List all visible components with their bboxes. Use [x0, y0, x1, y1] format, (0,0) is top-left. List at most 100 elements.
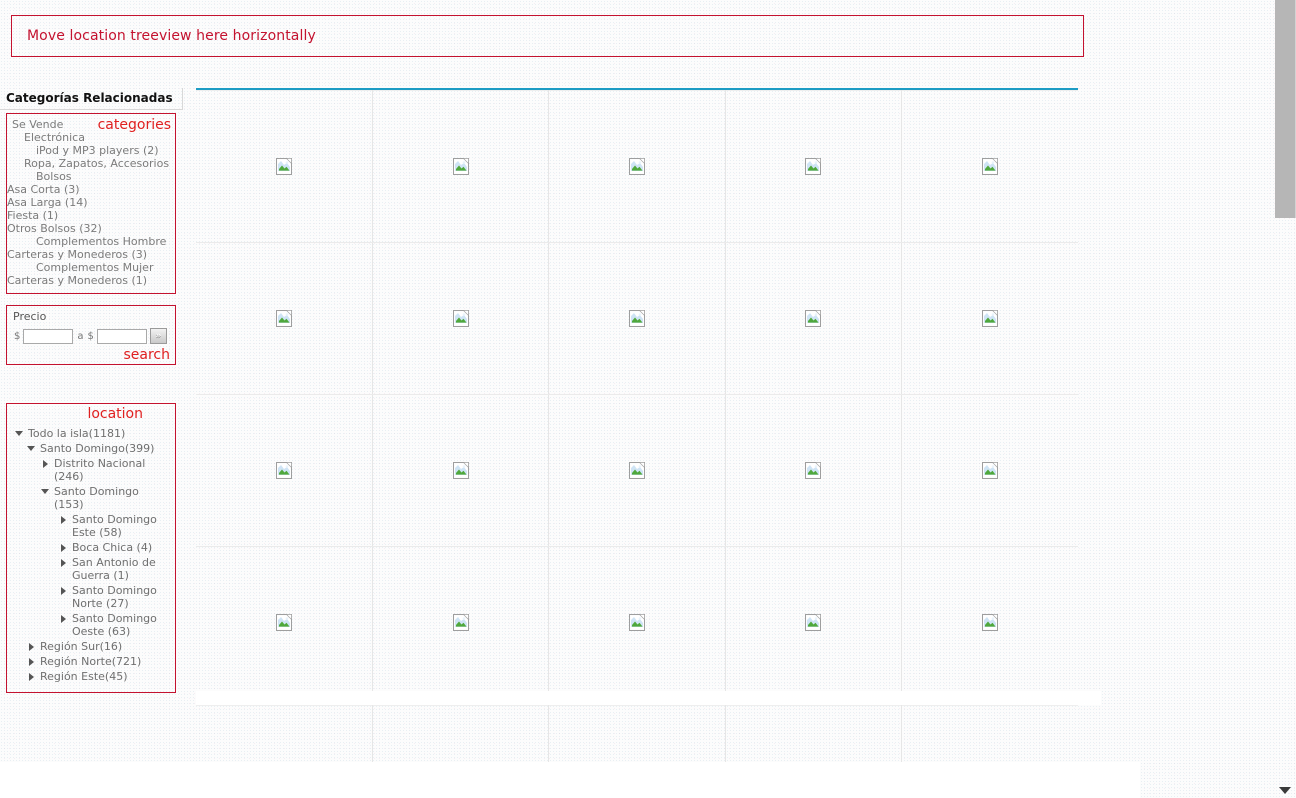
broken-image-icon [982, 462, 999, 479]
drop-target-label: Move location treeview here horizontally [27, 28, 316, 44]
listing-grid-overflow [196, 705, 1078, 764]
annotation-search: search [123, 347, 170, 363]
listing-card[interactable] [901, 546, 1078, 699]
listing-card[interactable] [548, 394, 726, 547]
category-item[interactable]: Asa Corta (3) [7, 183, 175, 196]
listing-card[interactable] [725, 546, 903, 699]
listing-card[interactable] [548, 242, 726, 395]
annotation-location: location [87, 406, 143, 422]
location-tree-item[interactable]: Boca Chica (4) [7, 540, 175, 555]
broken-image-icon [452, 614, 469, 631]
listing-card[interactable] [901, 90, 1078, 243]
listing-card[interactable] [372, 242, 550, 395]
broken-image-icon [805, 614, 822, 631]
location-tree-label: Santo Domingo(399) [40, 442, 155, 455]
category-item[interactable]: Fiesta (1) [7, 209, 175, 222]
broken-image-icon [982, 310, 999, 327]
category-item[interactable]: Complementos Hombre [7, 235, 175, 248]
price-max-input[interactable] [96, 328, 147, 344]
broken-image-icon [275, 158, 292, 175]
broken-image-icon [452, 462, 469, 479]
listing-card[interactable] [196, 546, 373, 699]
location-tree-label: Región Sur(16) [40, 640, 123, 653]
listing-card[interactable] [901, 242, 1078, 395]
listing-card[interactable] [372, 705, 550, 764]
listing-card[interactable] [901, 394, 1078, 547]
broken-image-icon [805, 310, 822, 327]
location-tree-item[interactable]: San Antonio de Guerra (1) [7, 555, 175, 583]
listing-card[interactable] [725, 90, 903, 243]
listing-card[interactable] [196, 394, 373, 547]
listing-card[interactable] [725, 242, 903, 395]
categories-panel-title: Categorías Relacionadas [0, 88, 183, 110]
broken-image-icon [805, 158, 822, 175]
category-item[interactable]: Carteras y Monederos (3) [7, 248, 175, 261]
listing-grid-row [196, 242, 1078, 395]
category-item[interactable]: Otros Bolsos (32) [7, 222, 175, 235]
location-tree-label: Todo la isla(1181) [28, 427, 126, 440]
location-tree-label: Región Norte(721) [40, 655, 142, 668]
listing-card[interactable] [548, 90, 726, 243]
listing-card[interactable] [901, 705, 1078, 764]
location-tree-item[interactable]: Santo Domingo Este (58) [7, 512, 175, 540]
location-tree-item[interactable]: Santo Domingo(399) [7, 441, 175, 456]
listing-grid-row [196, 546, 1078, 699]
location-tree-item[interactable]: Santo Domingo (153) [7, 484, 175, 512]
listing-grid-lower [196, 705, 1078, 764]
price-filter-row: $ a $ » [11, 328, 175, 344]
price-filter-panel: Precio $ a $ » search [6, 305, 176, 365]
listing-card[interactable] [196, 705, 373, 764]
category-item[interactable]: Bolsos [7, 170, 175, 183]
listing-card[interactable] [548, 546, 726, 699]
listing-card[interactable] [196, 90, 373, 243]
broken-image-icon [805, 462, 822, 479]
broken-image-icon [982, 614, 999, 631]
location-tree-label: Boca Chica (4) [72, 541, 153, 554]
page-vertical-scrollbar[interactable] [1272, 0, 1296, 798]
location-tree-item[interactable]: Región Sur(16) [7, 639, 175, 654]
left-sidebar: Categorías Relacionadas categories Se Ve… [0, 88, 190, 693]
category-list: Se Vende Electrónica iPod y MP3 players (2… [7, 118, 175, 287]
broken-image-icon [628, 614, 645, 631]
price-min-input[interactable] [23, 328, 74, 344]
location-tree-item[interactable]: Región Norte(721) [7, 654, 175, 669]
broken-image-icon [275, 310, 292, 327]
location-tree-list: Todo la isla(1181) Santo Domingo(399) Dist… [7, 426, 175, 684]
listing-card[interactable] [725, 705, 903, 764]
price-submit-button[interactable]: » [149, 328, 167, 344]
page-footer-band [0, 762, 1140, 798]
listing-grid-row [196, 394, 1078, 547]
broken-image-icon [452, 310, 469, 327]
location-tree-item[interactable]: Santo Domingo Oeste (63) [7, 611, 175, 639]
location-tree-item[interactable]: Santo Domingo Norte (27) [7, 583, 175, 611]
location-tree-label: Santo Domingo Este (58) [72, 513, 157, 539]
annotation-categories: categories [97, 117, 171, 133]
location-tree-label: Región Este(45) [40, 670, 128, 683]
listing-card[interactable] [196, 242, 373, 395]
category-item[interactable]: iPod y MP3 players (2) [7, 144, 175, 157]
category-item[interactable]: Ropa, Zapatos, Accesorios [7, 157, 175, 170]
location-tree-item[interactable]: Distrito Nacional (246) [7, 456, 175, 484]
listing-card[interactable] [372, 394, 550, 547]
category-item[interactable]: Carteras y Monederos (1) [7, 274, 175, 287]
listing-card[interactable] [372, 90, 550, 243]
scrollbar-thumb[interactable] [1275, 0, 1296, 218]
chevron-down-icon[interactable] [1279, 787, 1291, 794]
category-item[interactable]: Asa Larga (14) [7, 196, 175, 209]
listing-results-area [196, 88, 1078, 699]
listing-card[interactable] [725, 394, 903, 547]
price-range-separator: a [77, 330, 84, 342]
location-tree-label: Santo Domingo Norte (27) [72, 584, 157, 610]
price-filter-label: Precio [13, 310, 47, 323]
related-categories-panel: categories Se Vende Electrónica iPod y MP3… [6, 113, 176, 294]
broken-image-icon [982, 158, 999, 175]
location-treeview-drop-target[interactable]: Move location treeview here horizontally [11, 15, 1084, 57]
listing-grid [196, 90, 1078, 699]
location-tree-item[interactable]: Todo la isla(1181) [7, 426, 175, 441]
listing-card[interactable] [372, 546, 550, 699]
broken-image-icon [628, 310, 645, 327]
location-tree-item[interactable]: Región Este(45) [7, 669, 175, 684]
category-item[interactable]: Complementos Mujer [7, 261, 175, 274]
listing-grid-row [196, 705, 1078, 764]
listing-card[interactable] [548, 705, 726, 764]
